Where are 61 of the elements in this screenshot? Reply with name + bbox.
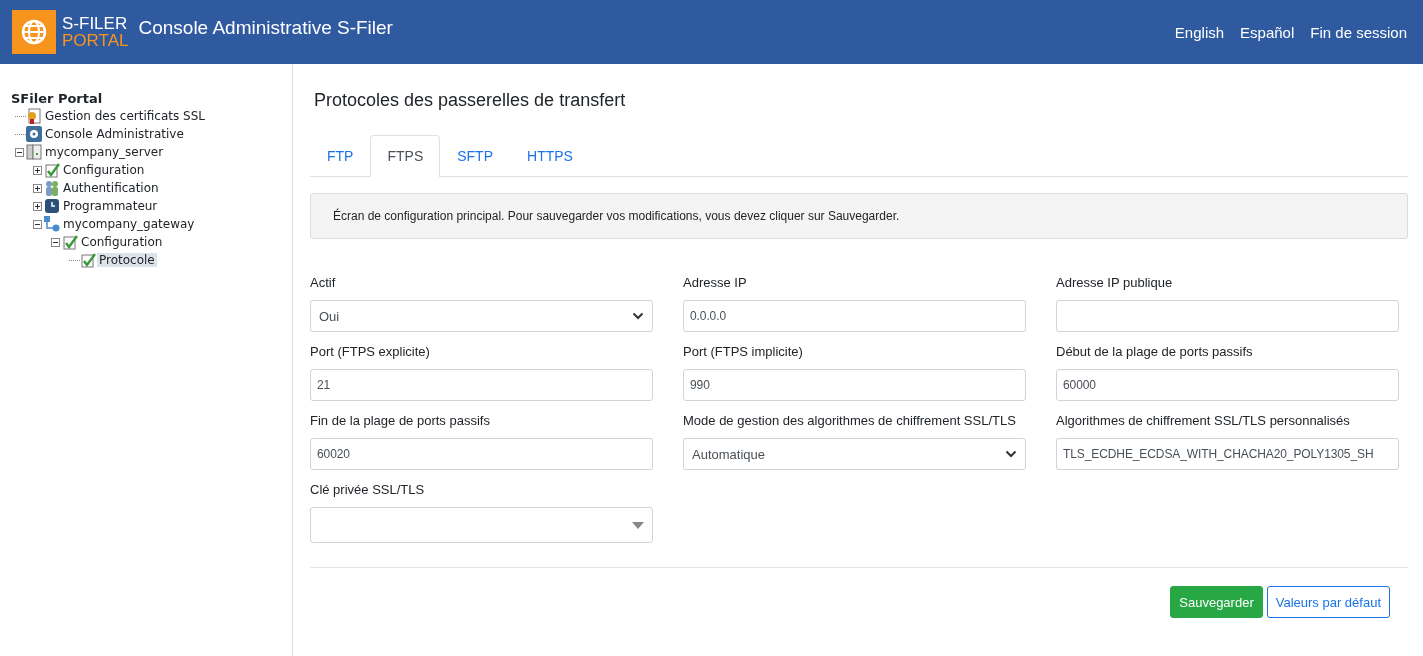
logo-text: S-FILER — [62, 15, 129, 32]
header-link[interactable]: Fin de session — [1310, 23, 1407, 41]
dropdown[interactable]: Oui — [310, 300, 653, 332]
check-icon — [44, 162, 60, 178]
expander-icon[interactable] — [33, 219, 44, 229]
field-label: Clé privée SSL/TLS — [310, 482, 426, 497]
field-label: Adresse IP publique — [1056, 275, 1174, 290]
input-field[interactable]: 60000 — [1056, 369, 1399, 401]
expander-icon[interactable] — [33, 165, 44, 175]
input-field[interactable]: 990 — [683, 369, 1026, 401]
page-title: Protocoles des passerelles de transfert — [314, 90, 627, 111]
field-label: Actif — [310, 275, 337, 290]
check-icon — [80, 252, 96, 268]
check-icon — [62, 234, 78, 250]
field-label: Algorithmes de chiffrement SSL/TLS personnalisés — [1056, 413, 1351, 428]
tab[interactable]: SFTP — [440, 135, 510, 176]
tree-item[interactable]: Gestion des certificats SSL — [43, 109, 207, 123]
expander-icon[interactable] — [15, 147, 26, 157]
tree-item[interactable]: Configuration — [61, 163, 147, 177]
tree-item[interactable]: mycompany_server — [43, 145, 166, 159]
tree-item[interactable]: Protocole — [97, 253, 157, 267]
field-label: Adresse IP — [683, 275, 748, 290]
chevron-icon — [1005, 450, 1017, 458]
globe-icon — [12, 10, 56, 54]
field-label: Début de la plage de ports passifs — [1056, 344, 1254, 359]
header-link[interactable]: Español — [1240, 23, 1295, 41]
tab[interactable]: FTP — [310, 135, 371, 176]
info-notice: Écran de configuration principal. Pour sauvegarder vos modifications, vous devez cliquer sur Sauvegarder. — [310, 193, 1408, 239]
chevron-icon — [632, 312, 644, 320]
input-field[interactable]: 60020 — [310, 438, 653, 470]
expander-icon[interactable] — [33, 183, 44, 193]
app-title: Console Administrative S-Filer — [138, 17, 393, 39]
input-field[interactable]: 21 — [310, 369, 653, 401]
gear-icon — [26, 126, 42, 142]
expander-icon[interactable] — [51, 237, 62, 247]
tree-root[interactable]: SFiler Portal — [11, 91, 292, 106]
tree-item[interactable]: Console Administrative — [43, 127, 186, 141]
logo-text: PORTAL — [62, 32, 129, 49]
field-label: Fin de la plage de ports passifs — [310, 413, 491, 428]
users-icon — [44, 180, 60, 196]
clock-icon — [44, 198, 60, 214]
dropdown[interactable]: Automatique — [683, 438, 1026, 470]
tab[interactable]: HTTPS — [510, 135, 590, 176]
field-label: Mode de gestion des algorithmes de chiffrement SSL/TLS — [683, 413, 1017, 428]
tree-item[interactable]: mycompany_gateway — [61, 217, 197, 231]
caret-icon — [632, 521, 644, 529]
default-values-button[interactable]: Valeurs par défaut — [1266, 586, 1390, 618]
network-icon — [44, 216, 60, 232]
certificate-icon — [26, 108, 42, 124]
tree-item[interactable]: Configuration — [79, 235, 165, 249]
input-field[interactable]: TLS_ECDHE_ECDSA_WITH_CHACHA20_POLY1305_SH — [1056, 438, 1399, 470]
tab[interactable]: FTPS — [370, 135, 441, 177]
field-label: Port (FTPS implicite) — [683, 344, 804, 359]
expander-icon[interactable] — [33, 201, 44, 211]
tree-item[interactable]: Programmateur — [61, 199, 160, 213]
input-field[interactable]: 0.0.0.0 — [683, 300, 1026, 332]
field-label: Port (FTPS explicite) — [310, 344, 431, 359]
input-field[interactable] — [1056, 300, 1399, 332]
header-link[interactable]: English — [1174, 23, 1225, 41]
server-icon — [26, 144, 42, 160]
tree-item[interactable]: Authentification — [61, 181, 161, 195]
